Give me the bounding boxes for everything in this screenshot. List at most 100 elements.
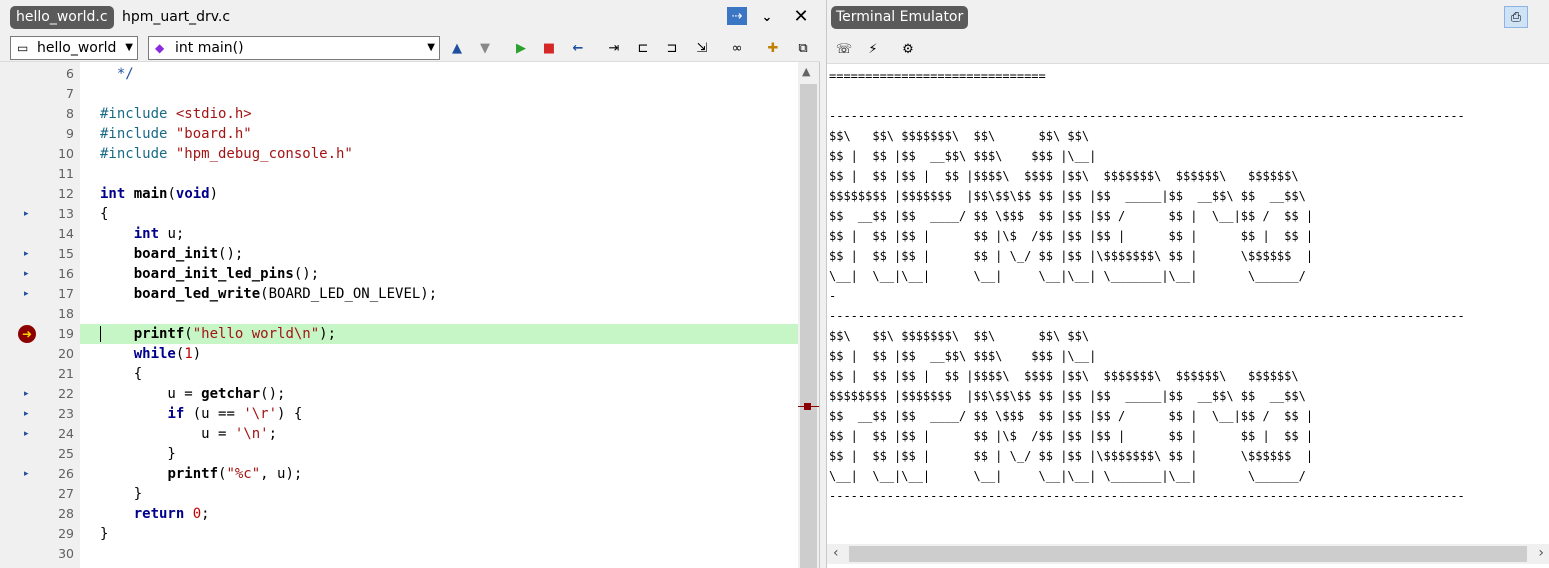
code-line[interactable]: printf("%c", u); [80,464,798,484]
code-line[interactable]: u = '\n'; [80,424,798,444]
code-line[interactable]: int main(void) [80,184,798,204]
code-token: '\n' [234,426,269,442]
executable-line-marker-icon[interactable]: ▸ [24,384,32,404]
code-line[interactable]: } [80,484,798,504]
function-select[interactable]: ◆ int main() ▼ [148,36,440,60]
scroll-up-icon[interactable]: ▲ [802,65,810,78]
code-text: { [80,366,142,382]
code-token: (); [293,266,320,282]
current-line-arrow-icon[interactable]: ➜ [18,325,36,343]
glasses-icon[interactable]: ∞ [727,38,747,58]
next-function-icon[interactable]: ▼ [475,38,495,58]
code-line[interactable]: } [80,524,798,544]
back-arrow-icon[interactable]: ← [568,38,588,58]
code-line[interactable]: } [80,444,798,464]
executable-line-marker-icon[interactable]: ▸ [24,204,32,224]
vertical-scrollbar[interactable]: ▲ [798,62,819,568]
code-line[interactable]: #include <stdio.h> [80,104,798,124]
editor-toolbar: ▭ hello_world ▼ ◆ int main() ▼ ▲ ▼ ▶ ■ ←… [0,34,820,62]
code-line[interactable]: int u; [80,224,798,244]
code-line[interactable]: board_led_write(BOARD_LED_ON_LEVEL); [80,284,798,304]
code-text: #include "board.h" [80,126,252,142]
line-number: 20 [58,346,74,361]
scroll-right-icon[interactable]: › [1538,545,1544,561]
run-icon[interactable]: ▶ [511,38,531,58]
terminal-output[interactable]: ============================== ----------… [829,66,1548,544]
executable-line-marker-icon[interactable]: ▸ [24,404,32,424]
code-line[interactable]: return 0; [80,504,798,524]
chevron-down-icon[interactable]: ⌄ [757,7,777,27]
settings-icon[interactable]: ⚙ [898,39,918,59]
terminal-line: $$ | $$ |$$ | $$ |$$$$\ $$$$ |$$\ $$$$$$… [829,369,1299,383]
indent-icon[interactable]: ⇥ [604,38,624,58]
step-into-icon[interactable]: ⇲ [692,38,712,58]
line-number: 19 [58,326,74,341]
executable-line-marker-icon[interactable]: ▸ [24,464,32,484]
disconnect-icon[interactable]: ⚡ [863,39,883,59]
code-line[interactable] [80,164,798,184]
code-line[interactable]: #include "hpm_debug_console.h" [80,144,798,164]
code-text: #include "hpm_debug_console.h" [80,146,353,162]
code-token: while [133,346,176,362]
connect-icon[interactable]: ☏ [834,39,854,59]
code-text: #include <stdio.h> [80,106,252,122]
executable-line-marker-icon[interactable]: ▸ [24,244,32,264]
scroll-left-icon[interactable]: ‹ [833,545,839,561]
code-line[interactable]: */ [80,64,798,84]
line-number: 30 [58,546,74,561]
line-number: 24 [58,426,74,441]
line-number: 15 [58,246,74,261]
code-text: return 0; [80,506,210,522]
terminal-line: \__| \__|\__| \__| \__|\__| \_______|\__… [829,469,1306,483]
code-text: int u; [80,226,185,242]
line-number-gutter[interactable]: 678910111213▸−1415▸16▸17▸1819➜2021−22▸23… [0,62,95,568]
serial-port-icon[interactable]: ⎙ [1504,6,1528,28]
code-line[interactable] [80,304,798,324]
code-line[interactable]: board_init(); [80,244,798,264]
scrollbar-thumb[interactable] [849,546,1527,562]
terminal-title[interactable]: Terminal Emulator [831,6,969,29]
code-text: } [80,526,108,542]
comment-block-icon[interactable]: ⊏ [633,38,653,58]
code-line[interactable]: { [80,204,798,224]
tab-hpm-uart-drv[interactable]: hpm_uart_drv.c [116,6,236,29]
line-number: 11 [58,166,74,181]
executable-line-marker-icon[interactable]: ▸ [24,424,32,444]
code-line[interactable]: u = getchar(); [80,384,798,404]
code-line[interactable] [80,544,798,564]
code-line[interactable]: while(1) [80,344,798,364]
code-line[interactable]: if (u == '\r') { [80,404,798,424]
project-select-value: hello_world [37,40,117,56]
goto-definition-icon[interactable]: ⇢ [727,7,747,25]
terminal-line: ============================== [829,69,1046,83]
stop-icon[interactable]: ■ [539,38,559,58]
code-token: ; [268,426,278,442]
code-line[interactable]: #include "board.h" [80,124,798,144]
insert-icon[interactable]: ✚ [763,38,783,58]
position-mark-dot [804,403,811,410]
scrollbar-thumb[interactable] [800,84,817,568]
current-code-line[interactable]: printf("hello world\n"); [80,324,798,344]
project-select[interactable]: ▭ hello_world ▼ [10,36,138,60]
code-token: "hello world\n" [192,326,320,342]
terminal-line: ----------------------------------------… [829,309,1465,323]
terminal-line: $$ | $$ |$$ | $$ | \_/ $$ |$$ |\$$$$$$$\… [829,449,1314,463]
horizontal-scrollbar[interactable]: ‹ › [827,544,1549,564]
code-token: "hpm_debug_console.h" [175,146,353,162]
line-number: 9 [66,126,74,141]
tab-hello-world[interactable]: hello_world.c [10,6,114,29]
executable-line-marker-icon[interactable]: ▸ [24,284,32,304]
executable-line-marker-icon[interactable]: ▸ [24,264,32,284]
previous-function-icon[interactable]: ▲ [447,38,467,58]
configure-icon[interactable]: ⧉ [793,38,813,58]
code-line[interactable] [80,84,798,104]
code-line[interactable]: board_init_led_pins(); [80,264,798,284]
terminal-line: $$ | $$ |$$ __$$\ $$$\ $$$ |\__| [829,349,1097,363]
uncomment-block-icon[interactable]: ⊐ [662,38,682,58]
close-icon[interactable]: ✕ [791,6,811,27]
code-line[interactable]: { [80,364,798,384]
code-editor[interactable]: */ #include <stdio.h> #include "board.h" #i… [80,62,798,568]
